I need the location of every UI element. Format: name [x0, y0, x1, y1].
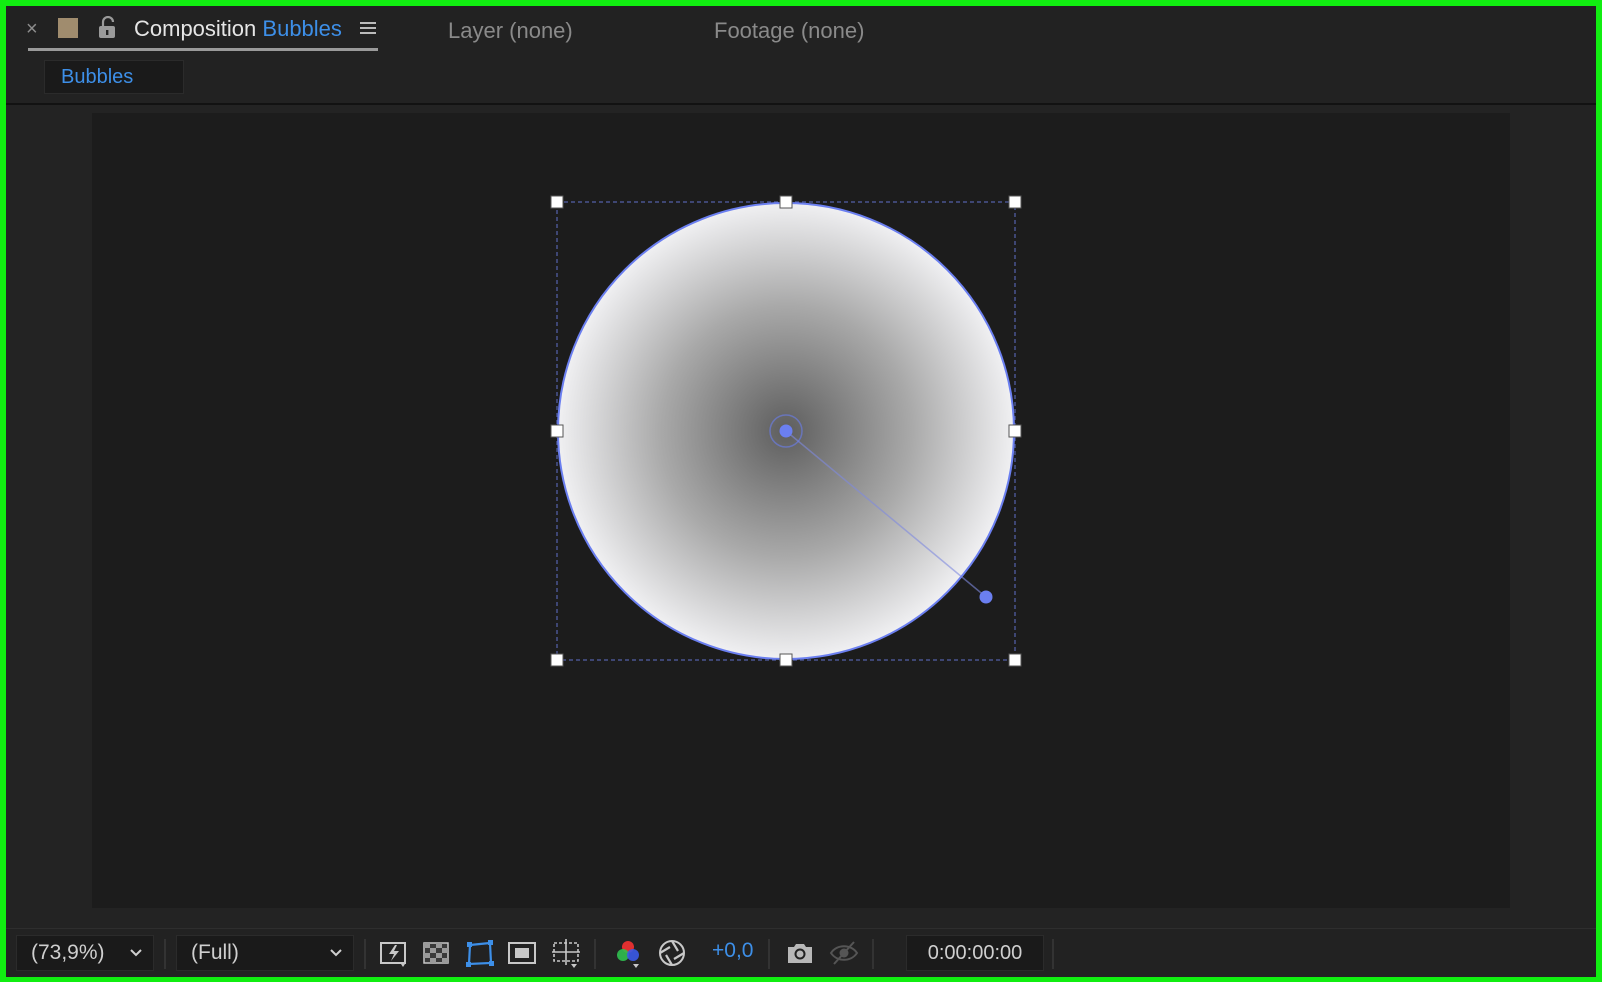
transparency-grid-icon[interactable] [420, 937, 452, 969]
tab-footage[interactable]: Footage (none) [714, 18, 864, 44]
toolbar-separator [1052, 939, 1054, 969]
toolbar-separator [872, 939, 874, 969]
close-icon[interactable]: × [26, 18, 38, 41]
canvas-artwork [550, 195, 1022, 667]
magnification-value: (73,9%) [31, 941, 105, 964]
composition-breadcrumb[interactable]: Bubbles [44, 60, 184, 94]
active-tab-underline [28, 48, 378, 51]
resolution-value: (Full) [191, 941, 239, 964]
toolbar-separator [768, 939, 770, 969]
snapshot-icon[interactable] [784, 937, 816, 969]
transform-handle [779, 195, 793, 209]
toolbar-separator [164, 939, 166, 969]
channel-icon[interactable] [612, 937, 644, 969]
transform-handle [779, 653, 793, 667]
composition-navigator-bar: Bubbles [6, 54, 1596, 104]
composition-name: Bubbles [262, 16, 342, 41]
fast-previews-icon[interactable] [378, 937, 410, 969]
tab-composition[interactable]: Composition Bubbles [134, 16, 342, 42]
resolution-dropdown[interactable]: (Full) [176, 935, 354, 971]
panel-tab-bar: × Composition Bubbles Layer (none) Foota… [6, 6, 1596, 54]
transform-handle [550, 653, 564, 667]
toolbar-separator [364, 939, 366, 969]
transform-handle [550, 195, 564, 209]
transform-handle [1008, 424, 1022, 438]
viewer-toolbar: (73,9%) (Full) +0,0 0:00:00:00 [6, 928, 1596, 977]
gradient-start-handle [779, 424, 793, 438]
grid-guides-icon[interactable] [550, 937, 582, 969]
mask-path-visibility-icon[interactable] [464, 937, 496, 969]
toolbar-separator [594, 939, 596, 969]
panel-menu-icon[interactable] [358, 18, 378, 38]
tab-layer[interactable]: Layer (none) [448, 18, 573, 44]
transform-handle [1008, 195, 1022, 209]
magnification-dropdown[interactable]: (73,9%) [16, 935, 154, 971]
composition-prefix: Composition [134, 16, 257, 41]
composition-viewer[interactable] [6, 105, 1596, 929]
transform-handle [550, 424, 564, 438]
show-snapshot-icon[interactable] [828, 937, 860, 969]
region-of-interest-icon[interactable] [506, 937, 538, 969]
composition-canvas[interactable] [92, 113, 1510, 908]
transform-handle [1008, 653, 1022, 667]
current-time-display[interactable]: 0:00:00:00 [906, 935, 1044, 971]
gradient-end-handle [979, 590, 993, 604]
exposure-value[interactable]: +0,0 [712, 939, 753, 963]
chevron-down-icon [330, 949, 342, 957]
lock-icon[interactable] [96, 16, 118, 40]
label-color-swatch[interactable] [58, 18, 78, 38]
chevron-down-icon [130, 949, 142, 957]
exposure-reset-icon[interactable] [656, 937, 688, 969]
